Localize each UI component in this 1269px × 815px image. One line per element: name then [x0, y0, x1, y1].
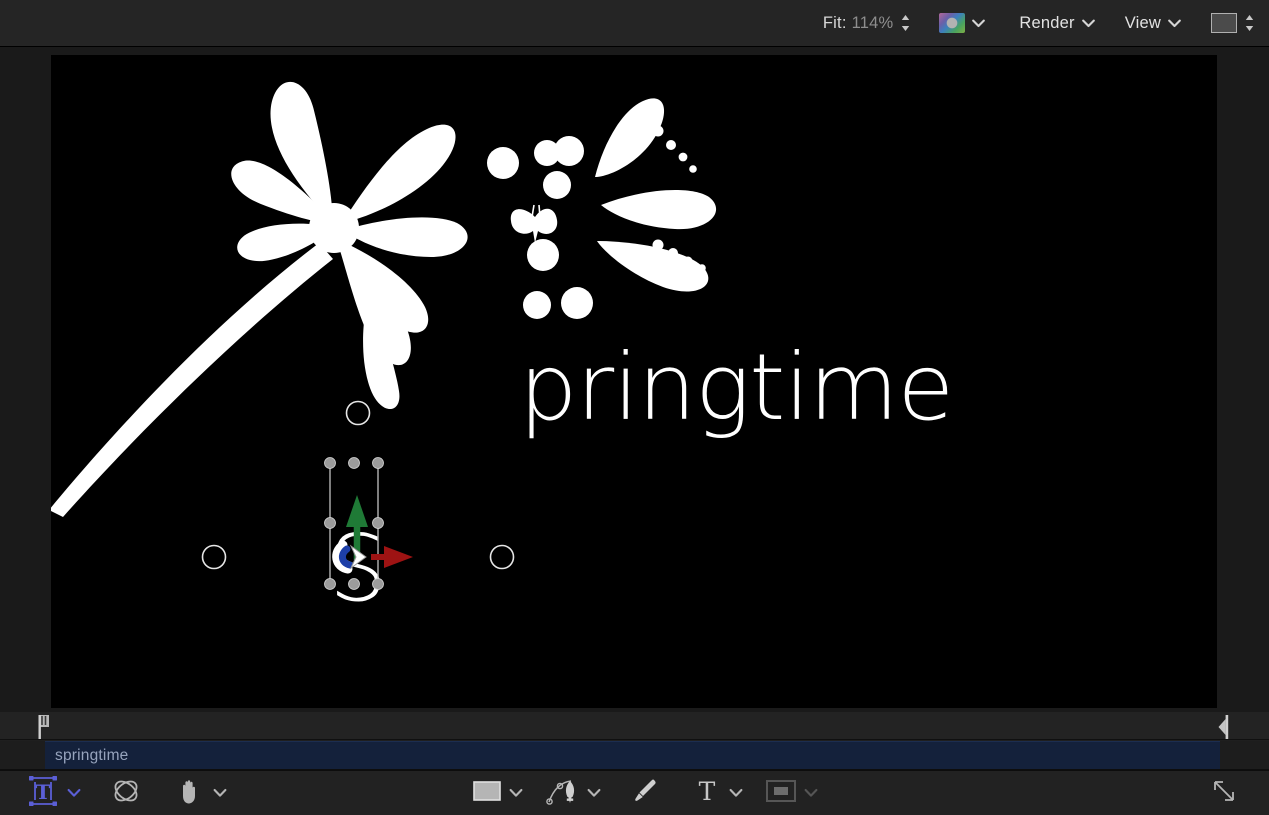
svg-text:T: T [36, 780, 51, 804]
fit-label: Fit: [823, 14, 847, 33]
playhead-marker-icon[interactable] [37, 715, 50, 739]
chevron-down-icon[interactable] [587, 788, 601, 798]
paint-tool[interactable] [630, 771, 660, 815]
timeline-clip-springtime[interactable]: springtime [45, 741, 1220, 769]
rectangle-icon[interactable] [472, 779, 502, 808]
text-T-icon[interactable]: T [692, 776, 722, 811]
expand-diagonal-icon[interactable] [1210, 777, 1238, 810]
chevron-down-icon[interactable] [1168, 19, 1181, 28]
chevron-down-icon[interactable] [729, 788, 743, 798]
chevron-down-icon[interactable] [804, 788, 818, 798]
pen-icon[interactable] [546, 776, 580, 811]
zoom-value: 114% [852, 14, 894, 33]
chevron-down-icon[interactable] [1082, 19, 1095, 28]
paintbrush-icon[interactable] [630, 776, 660, 811]
chevron-down-icon[interactable] [509, 788, 523, 798]
render-menu[interactable]: Render [985, 0, 1094, 46]
color-gradient-swatch-icon[interactable] [939, 13, 965, 33]
expand-button[interactable] [1210, 771, 1238, 815]
mask-tool[interactable] [765, 771, 818, 815]
chevron-down-icon[interactable] [972, 19, 985, 28]
text-selection-tool[interactable]: T [26, 771, 81, 815]
motion-app-window: Fit: 114% Render [0, 0, 1269, 814]
view-menu[interactable]: View [1095, 0, 1181, 46]
shape-tool[interactable] [472, 771, 523, 815]
timeline-panel[interactable]: springtime [0, 712, 1269, 770]
canvas-viewport[interactable]: pringtime S [51, 55, 1217, 708]
top-toolbar: Fit: 114% Render [0, 0, 1269, 47]
stepper-updown-icon[interactable] [1244, 12, 1255, 34]
color-swatch-control[interactable] [911, 0, 985, 46]
pan-tool[interactable] [174, 771, 227, 815]
chevron-down-icon[interactable] [67, 788, 81, 798]
timeline-track[interactable]: springtime [0, 741, 1269, 770]
clip-label: springtime [55, 747, 129, 765]
timeline-ruler[interactable] [0, 712, 1269, 740]
view-menu-label: View [1125, 14, 1161, 33]
end-marker-icon[interactable] [1218, 715, 1231, 739]
orbit-tool[interactable] [110, 771, 142, 815]
bottom-toolbar: T [0, 770, 1269, 815]
mask-rectangle-icon[interactable] [765, 778, 797, 809]
canvas-text-pringtime[interactable]: pringtime [519, 342, 953, 434]
render-menu-label: Render [1019, 14, 1074, 33]
bezier-tool[interactable] [546, 771, 601, 815]
chevron-down-icon[interactable] [213, 788, 227, 798]
stepper-updown-icon[interactable] [900, 12, 911, 34]
orbit-icon[interactable] [110, 775, 142, 812]
svg-text:T: T [699, 777, 716, 806]
zoom-fit-control[interactable]: Fit: 114% [823, 0, 912, 46]
background-color-swatch-icon[interactable] [1211, 13, 1237, 33]
text-tool[interactable]: T [692, 771, 743, 815]
background-color-control[interactable] [1181, 0, 1255, 46]
hand-icon[interactable] [174, 775, 206, 812]
text-select-icon[interactable]: T [26, 774, 60, 813]
